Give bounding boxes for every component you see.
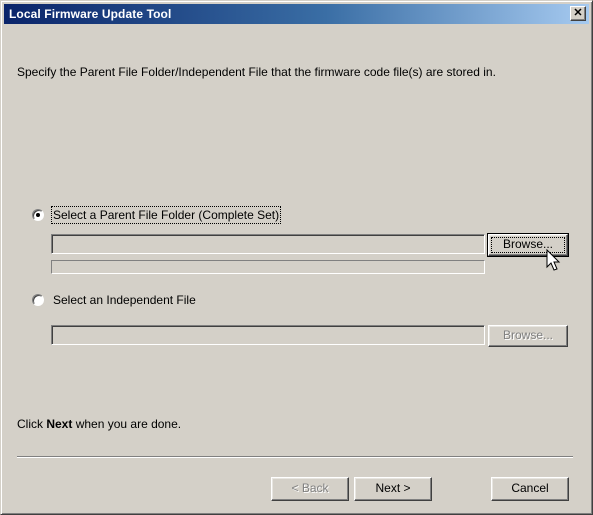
radio-selected-dot bbox=[36, 213, 40, 217]
title-bar[interactable]: Local Firmware Update Tool ✕ bbox=[4, 4, 589, 24]
instruction-text: Specify the Parent File Folder/Independe… bbox=[17, 65, 496, 79]
independent-file-path-input[interactable] bbox=[51, 325, 485, 345]
window-title: Local Firmware Update Tool bbox=[9, 7, 172, 21]
cancel-button[interactable]: Cancel bbox=[491, 477, 569, 501]
parent-folder-radio-label[interactable]: Select a Parent File Folder (Complete Se… bbox=[50, 206, 282, 224]
independent-file-radio[interactable] bbox=[32, 294, 44, 306]
parent-folder-path-input[interactable] bbox=[51, 234, 485, 254]
close-icon: ✕ bbox=[573, 7, 583, 19]
independent-file-browse-button[interactable]: Browse... bbox=[488, 325, 568, 347]
close-button[interactable]: ✕ bbox=[570, 6, 586, 21]
done-hint-text: Click Next when you are done. bbox=[17, 417, 182, 431]
mouse-pointer-icon bbox=[546, 249, 561, 271]
parent-folder-status-field bbox=[51, 260, 485, 274]
independent-file-radio-label[interactable]: Select an Independent File bbox=[53, 293, 196, 307]
back-button[interactable]: < Back bbox=[271, 477, 349, 501]
dialog-window: Local Firmware Update Tool ✕ Specify the… bbox=[0, 0, 593, 515]
parent-folder-radio[interactable] bbox=[32, 209, 44, 221]
footer-separator bbox=[17, 456, 573, 458]
next-button[interactable]: Next > bbox=[354, 477, 432, 501]
